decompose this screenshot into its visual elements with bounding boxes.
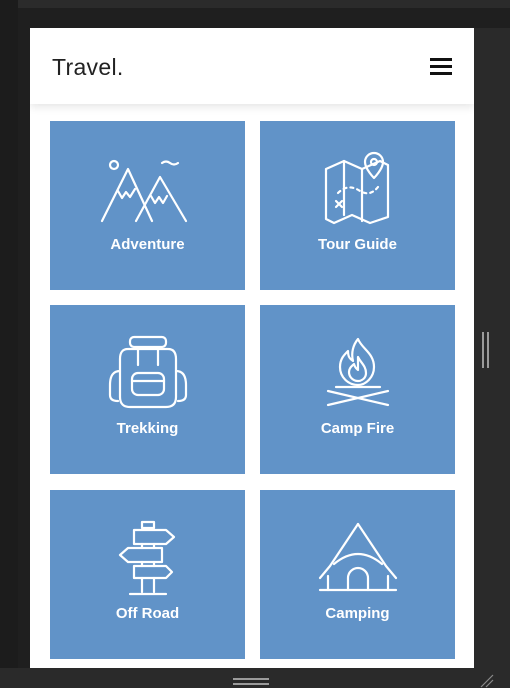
- window-frame-left: [0, 0, 18, 688]
- corner-resize-icon[interactable]: [478, 672, 494, 688]
- tile-trekking[interactable]: Trekking: [50, 305, 245, 474]
- tile-label: Camp Fire: [320, 420, 395, 437]
- tile-label: Trekking: [116, 420, 179, 437]
- horizontal-resize-handle[interactable]: [233, 678, 269, 686]
- window-frame-right-panel: [474, 28, 510, 668]
- vertical-resize-handle[interactable]: [482, 332, 490, 368]
- tile-label: Adventure: [110, 236, 185, 253]
- tent-icon: [318, 522, 397, 592]
- tile-tour-guide[interactable]: Tour Guide: [260, 121, 455, 290]
- tile-off-road[interactable]: Off Road: [50, 490, 245, 659]
- signpost-icon: [118, 520, 175, 596]
- tile-adventure[interactable]: Adventure: [50, 121, 245, 290]
- hamburger-menu-icon[interactable]: [430, 58, 452, 76]
- tile-label: Off Road: [115, 605, 180, 622]
- backpack-icon: [108, 335, 187, 409]
- app-viewport: Travel. Adventure Tour Guide Trekking Ca…: [30, 28, 474, 668]
- campfire-icon: [326, 337, 389, 407]
- app-header: Travel.: [30, 28, 474, 104]
- brand-logo-text[interactable]: Travel.: [52, 54, 124, 81]
- tile-camp-fire[interactable]: Camp Fire: [260, 305, 455, 474]
- window-frame-top: [0, 0, 510, 8]
- tile-label: Tour Guide: [318, 236, 397, 253]
- mountains-icon: [100, 159, 187, 223]
- map-pin-icon: [324, 151, 389, 225]
- tile-camping[interactable]: Camping: [260, 490, 455, 659]
- tile-label: Camping: [325, 605, 390, 622]
